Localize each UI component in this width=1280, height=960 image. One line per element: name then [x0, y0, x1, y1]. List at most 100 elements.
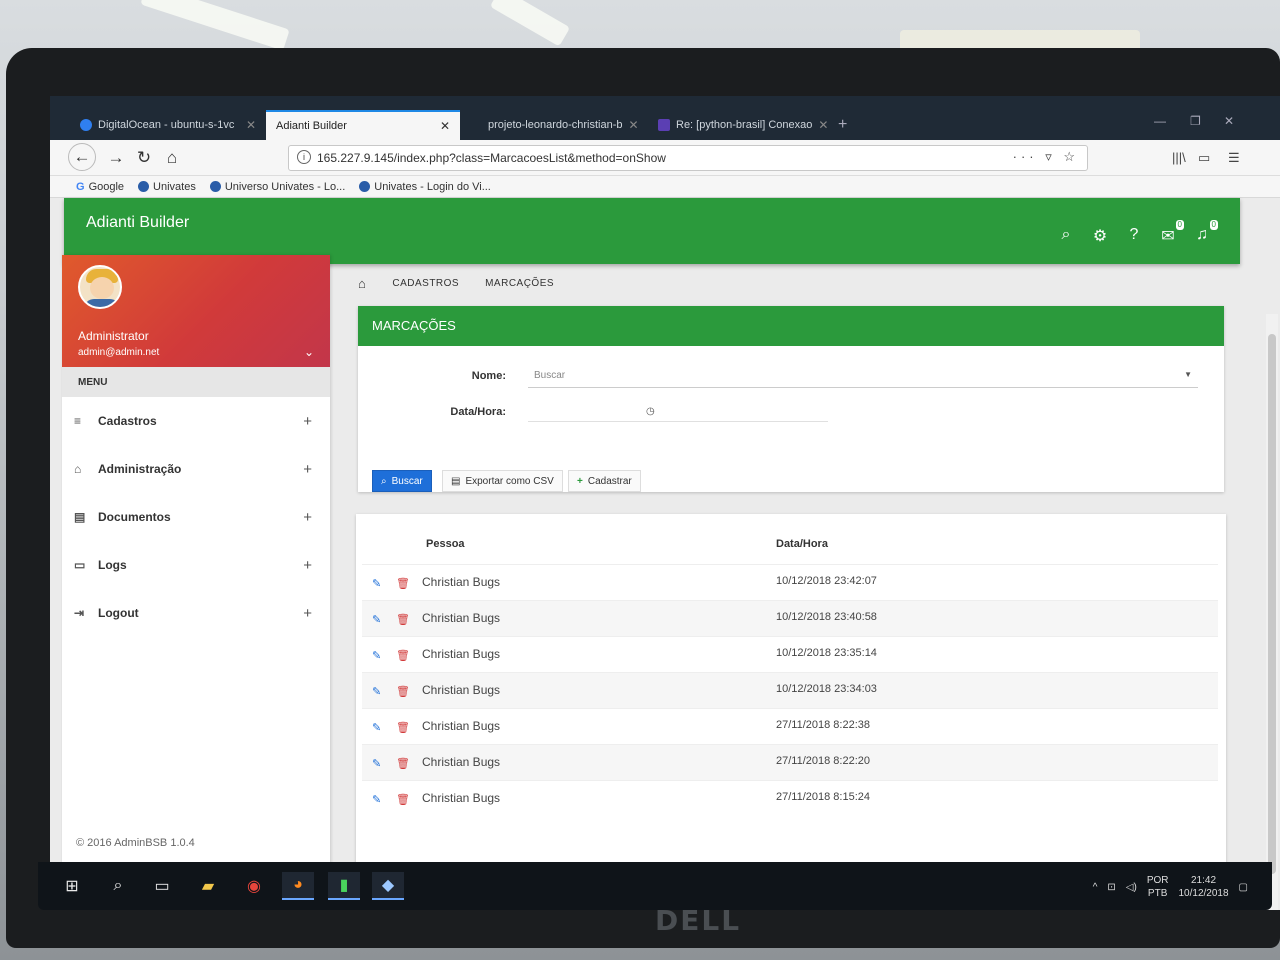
edit-icon[interactable]: ✎ — [372, 721, 381, 734]
sidebar-item-label: Cadastros — [98, 414, 157, 428]
tab-digitalocean[interactable]: DigitalOcean - ubuntu-s-1vc ✕ — [70, 110, 266, 140]
column-header-datahora[interactable]: Data/Hora — [776, 538, 828, 550]
ceiling-light — [140, 0, 290, 51]
document-icon: ▤ — [74, 510, 86, 524]
restore-window-icon[interactable]: ❐ — [1190, 114, 1201, 128]
sidebar-item-cadastros[interactable]: ≡ Cadastros + — [62, 401, 330, 441]
avatar[interactable] — [78, 265, 122, 309]
nome-placeholder: Buscar — [534, 370, 566, 381]
close-window-icon[interactable]: ✕ — [1224, 114, 1234, 128]
cell-datahora: 10/12/2018 23:40:58 — [776, 611, 877, 623]
edit-icon[interactable]: ✎ — [372, 577, 381, 590]
sidebar-item-logout[interactable]: ⇥ Logout + — [62, 593, 330, 633]
datahora-input[interactable] — [528, 398, 828, 422]
library-icon[interactable]: |||\ — [1172, 150, 1186, 165]
plus-icon[interactable]: + — [303, 557, 312, 574]
trash-icon[interactable]: 🗑 — [396, 685, 410, 698]
sidebar-item-administracao[interactable]: ⌂ Administração + — [62, 449, 330, 489]
tab-label: projeto-leonardo-christian-b — [488, 119, 623, 131]
network-icon[interactable]: ⊡ — [1107, 882, 1115, 893]
sidebar-item-documentos[interactable]: ▤ Documentos + — [62, 497, 330, 537]
tab-label: DigitalOcean - ubuntu-s-1vc — [98, 119, 235, 131]
plus-icon[interactable]: + — [303, 413, 312, 430]
close-tab-icon[interactable]: ✕ — [440, 119, 450, 133]
sidebar-item-logs[interactable]: ▭ Logs + — [62, 545, 330, 585]
sidebar-toggle-icon[interactable]: ▭ — [1198, 150, 1210, 166]
action-center-icon[interactable]: ▢ — [1239, 882, 1248, 893]
plus-icon[interactable]: + — [303, 509, 312, 526]
reload-icon[interactable]: ↻ — [130, 144, 158, 172]
browser-nav-bar: ← → ↻ ⌂ i 165.227.9.145/index.php?class=… — [50, 140, 1280, 176]
bookmark-universo-univates[interactable]: Universo Univates - Lo... — [209, 179, 345, 194]
editor-app-icon[interactable]: ◆ — [372, 872, 404, 900]
trash-icon[interactable]: 🗑 — [396, 793, 410, 806]
plus-icon[interactable]: + — [303, 461, 312, 478]
mail-favicon-icon — [658, 119, 670, 131]
breadcrumb-item-marcacoes[interactable]: MARCAÇÕES — [485, 278, 554, 289]
trash-icon[interactable]: 🗑 — [396, 613, 410, 626]
task-view-icon[interactable]: ▭ — [146, 872, 178, 900]
terminal-app-icon[interactable]: ▮ — [328, 872, 360, 900]
chevron-up-icon[interactable]: ^ — [1093, 882, 1098, 893]
search-icon[interactable]: ⌕ — [1056, 226, 1076, 246]
chrome-icon[interactable]: ◉ — [238, 872, 270, 900]
search-button[interactable]: ⌕ Buscar — [372, 470, 432, 492]
language-top: POR — [1146, 875, 1169, 886]
breadcrumb-item-cadastros[interactable]: CADASTROS — [392, 278, 459, 289]
bell-icon[interactable]: ♫ 0 — [1192, 220, 1218, 246]
windows-start-icon[interactable]: ⊞ — [56, 872, 88, 900]
volume-icon[interactable]: ◁) — [1126, 882, 1137, 893]
trash-icon[interactable]: 🗑 — [396, 649, 410, 662]
firefox-icon[interactable]: ◕ — [282, 872, 314, 900]
site-info-icon[interactable]: i — [297, 150, 311, 164]
page-actions-icon[interactable]: ··· ▿ ☆ — [1013, 149, 1079, 165]
close-tab-icon[interactable]: ✕ — [246, 118, 256, 132]
plus-icon[interactable]: + — [303, 605, 312, 622]
close-tab-icon[interactable]: ✕ — [629, 118, 639, 132]
new-tab-button[interactable]: + — [838, 116, 847, 134]
scrollbar-thumb[interactable] — [1268, 334, 1276, 874]
file-explorer-icon[interactable]: ▰ — [192, 872, 224, 900]
page-scrollbar[interactable] — [1266, 314, 1278, 910]
language-indicator[interactable]: POR PTB — [1147, 874, 1169, 900]
envelope-icon[interactable]: ✉ 0 — [1158, 220, 1184, 246]
chevron-down-icon[interactable]: ⌄ — [304, 345, 314, 359]
create-button[interactable]: + Cadastrar — [568, 470, 641, 492]
address-bar[interactable]: i 165.227.9.145/index.php?class=Marcacoe… — [288, 145, 1088, 171]
search-icon[interactable]: ⌕ — [102, 872, 134, 900]
bookmarks-bar: G Google Univates Universo Univates - Lo… — [50, 176, 1280, 198]
clock[interactable]: 21:42 10/12/2018 — [1178, 874, 1228, 900]
edit-icon[interactable]: ✎ — [372, 685, 381, 698]
help-icon[interactable]: ? — [1124, 226, 1144, 246]
tab-adianti-builder[interactable]: Adianti Builder ✕ — [266, 110, 460, 140]
edit-icon[interactable]: ✎ — [372, 793, 381, 806]
export-button-label: Exportar como CSV — [465, 475, 554, 487]
nome-select[interactable]: Buscar ▼ — [528, 364, 1198, 388]
trash-icon[interactable]: 🗑 — [396, 757, 410, 770]
bookmark-univates[interactable]: Univates — [138, 179, 196, 194]
forward-arrow-icon[interactable]: → — [102, 144, 130, 172]
edit-icon[interactable]: ✎ — [372, 613, 381, 626]
back-arrow-icon[interactable]: ← — [68, 143, 96, 171]
minimize-window-icon[interactable]: — — [1154, 114, 1166, 128]
dropdown-arrow-icon[interactable]: ▼ — [1184, 370, 1192, 379]
edit-icon[interactable]: ✎ — [372, 649, 381, 662]
tab-projeto[interactable]: projeto-leonardo-christian-b ✕ — [478, 110, 644, 140]
export-csv-button[interactable]: ▤ Exportar como CSV — [442, 470, 563, 492]
hamburger-menu-icon[interactable]: ☰ — [1228, 150, 1240, 166]
edit-icon[interactable]: ✎ — [372, 757, 381, 770]
bookmark-google[interactable]: G Google — [76, 179, 124, 194]
tab-python-brasil[interactable]: Re: [python-brasil] Conexao ✕ — [648, 110, 828, 140]
bookmark-univates-login[interactable]: Univates - Login do Vi... — [359, 179, 491, 194]
home-icon[interactable]: ⌂ — [158, 144, 186, 172]
close-tab-icon[interactable]: ✕ — [818, 118, 828, 132]
trash-icon[interactable]: 🗑 — [396, 577, 410, 590]
clock-icon[interactable]: ◷ — [646, 406, 655, 417]
cell-pessoa: Christian Bugs — [422, 755, 501, 769]
column-header-pessoa[interactable]: Pessoa — [426, 538, 465, 550]
home-icon[interactable]: ⌂ — [358, 276, 366, 291]
gear-icon[interactable]: ⚙ — [1090, 226, 1110, 246]
table-row: ✎ 🗑 Christian Bugs 10/12/2018 23:34:03 — [362, 672, 1218, 708]
app-title[interactable]: Adianti Builder — [86, 214, 189, 232]
trash-icon[interactable]: 🗑 — [396, 721, 410, 734]
